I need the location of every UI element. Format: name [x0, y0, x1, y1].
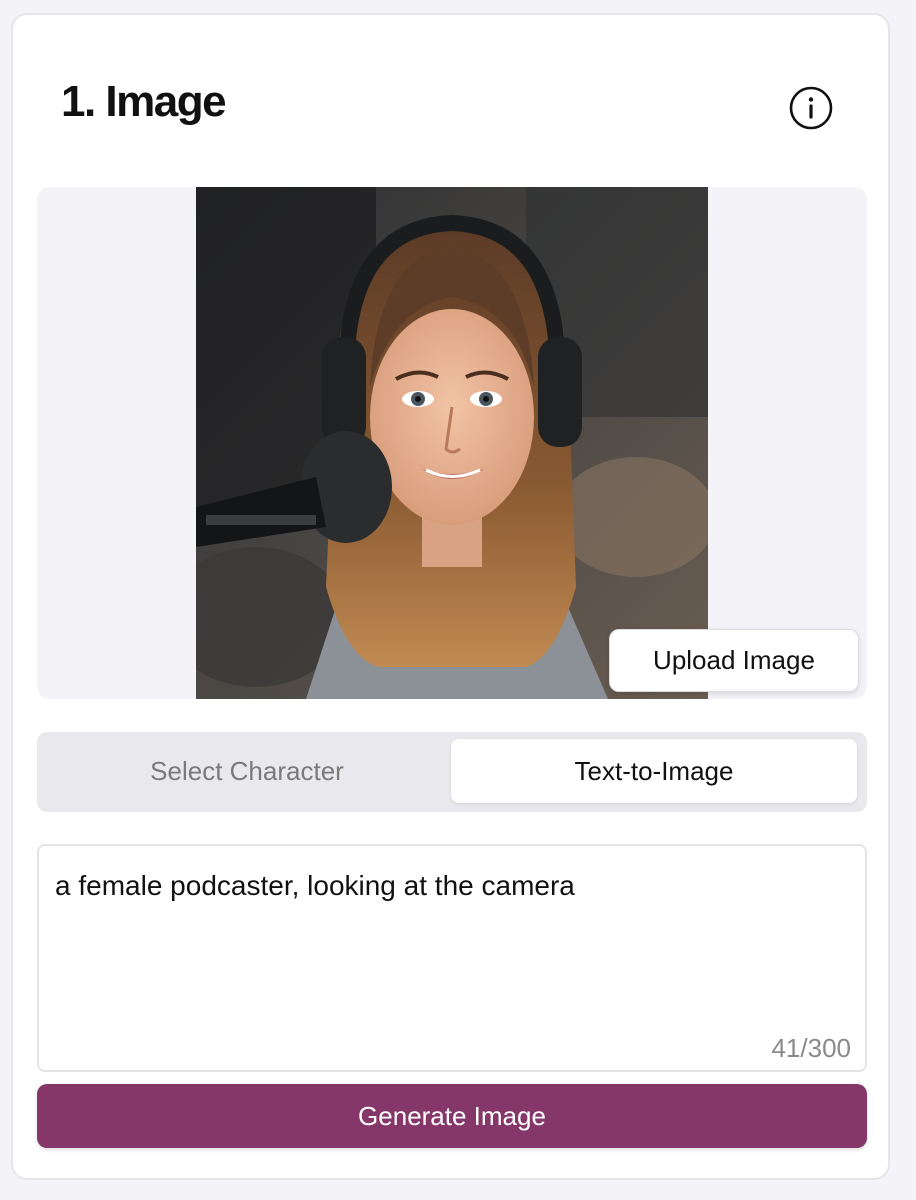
info-circle-icon[interactable] — [788, 85, 834, 131]
tab-select-character[interactable]: Select Character — [45, 739, 449, 803]
generated-image — [196, 187, 708, 699]
panel-title: 1. Image — [61, 77, 227, 126]
mode-tabs: Select Character Text-to-Image — [37, 732, 867, 812]
prompt-field-container: a female podcaster, looking at the camer… — [37, 844, 867, 1072]
tab-text-to-image[interactable]: Text-to-Image — [451, 739, 857, 803]
generate-image-button[interactable]: Generate Image — [37, 1084, 867, 1148]
upload-image-button[interactable]: Upload Image — [609, 629, 859, 692]
image-preview-area — [37, 187, 867, 699]
character-counter: 41/300 — [771, 1033, 851, 1063]
prompt-input[interactable]: a female podcaster, looking at the camer… — [55, 868, 845, 1018]
image-panel: 1. Image Upload Image Select Character T… — [11, 13, 890, 1180]
